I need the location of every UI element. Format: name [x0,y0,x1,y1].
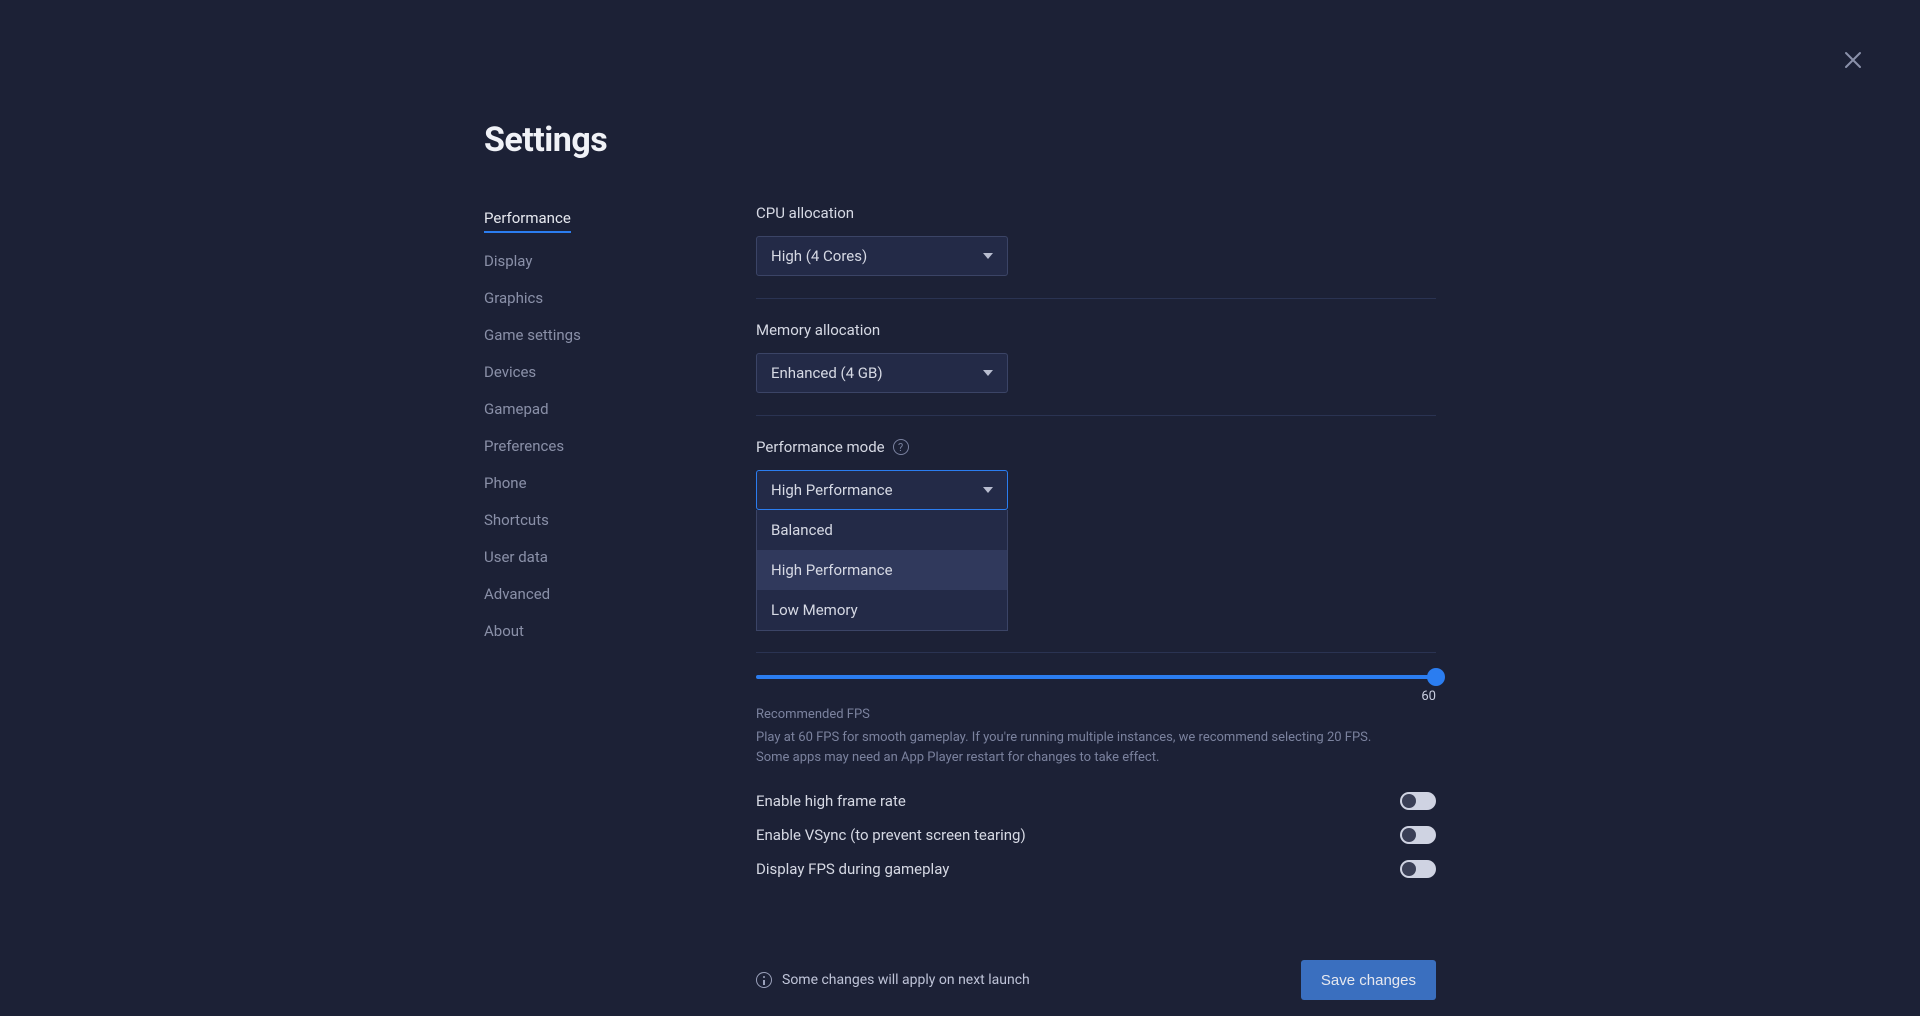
memory-allocation-label: Memory allocation [756,321,1436,339]
sidebar-item-game-settings[interactable]: Game settings [484,326,581,344]
sidebar-item-performance[interactable]: Performance [484,209,571,233]
fps-hint-body: Play at 60 FPS for smooth gameplay. If y… [756,728,1396,768]
sidebar-item-gamepad[interactable]: Gamepad [484,400,549,418]
help-icon[interactable]: ? [893,439,909,455]
memory-allocation-value: Enhanced (4 GB) [771,364,883,382]
page-title: Settings [484,120,1436,160]
sidebar-item-devices[interactable]: Devices [484,363,536,381]
sidebar-item-about[interactable]: About [484,622,524,640]
chevron-down-icon [983,370,993,376]
close-icon [1841,48,1865,72]
restart-notice-text: Some changes will apply on next launch [782,972,1030,988]
toggle-switch[interactable] [1400,860,1436,878]
settings-main-panel: CPU allocation High (4 Cores) Memory all… [756,204,1436,1000]
performance-mode-label: Performance mode ? [756,438,1436,456]
info-icon [756,972,772,988]
fps-slider-value: 60 [1421,689,1436,704]
cpu-allocation-label: CPU allocation [756,204,1436,222]
toggle-knob [1402,828,1416,842]
chevron-down-icon [983,487,993,493]
performance-mode-dropdown: BalancedHigh PerformanceLow Memory [756,510,1008,631]
restart-notice: Some changes will apply on next launch [756,972,1030,988]
close-button[interactable] [1841,48,1865,72]
sidebar-item-shortcuts[interactable]: Shortcuts [484,511,549,529]
performance-mode-option-low-memory[interactable]: Low Memory [757,590,1007,630]
toggle-label: Display FPS during gameplay [756,860,949,878]
fps-slider[interactable] [756,675,1436,679]
divider [756,298,1436,299]
toggle-label: Enable high frame rate [756,792,906,810]
sidebar-item-user-data[interactable]: User data [484,548,548,566]
toggle-row: Enable high frame rate [756,784,1436,818]
cpu-allocation-select[interactable]: High (4 Cores) [756,236,1008,276]
chevron-down-icon [983,253,993,259]
settings-sidebar: Performance Display Graphics Game settings D… [484,204,756,1000]
divider [756,415,1436,416]
toggle-knob [1402,862,1416,876]
fps-slider-thumb[interactable] [1427,668,1445,686]
sidebar-item-graphics[interactable]: Graphics [484,289,543,307]
toggle-label: Enable VSync (to prevent screen tearing) [756,826,1026,844]
toggle-row: Enable VSync (to prevent screen tearing) [756,818,1436,852]
performance-mode-label-text: Performance mode [756,438,885,456]
memory-allocation-select[interactable]: Enhanced (4 GB) [756,353,1008,393]
divider [756,652,1436,653]
fps-hint-title: Recommended FPS [756,707,1436,722]
sidebar-item-display[interactable]: Display [484,252,532,270]
toggle-knob [1402,794,1416,808]
cpu-allocation-value: High (4 Cores) [771,247,867,265]
toggle-switch[interactable] [1400,826,1436,844]
performance-mode-option-balanced[interactable]: Balanced [757,510,1007,550]
performance-mode-value: High Performance [771,481,893,499]
toggle-switch[interactable] [1400,792,1436,810]
sidebar-item-advanced[interactable]: Advanced [484,585,550,603]
performance-mode-select[interactable]: High Performance [756,470,1008,510]
sidebar-item-preferences[interactable]: Preferences [484,437,564,455]
sidebar-item-phone[interactable]: Phone [484,474,527,492]
performance-mode-option-high-performance[interactable]: High Performance [757,550,1007,590]
toggle-row: Display FPS during gameplay [756,852,1436,886]
save-changes-button[interactable]: Save changes [1301,960,1436,1000]
